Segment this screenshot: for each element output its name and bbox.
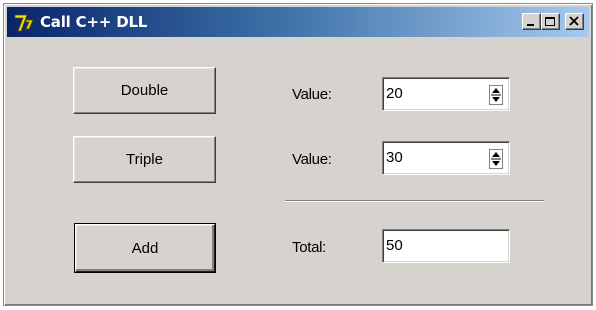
total-field[interactable]: [382, 229, 510, 263]
maximize-icon: [545, 17, 555, 26]
close-icon: [569, 16, 579, 26]
value2-spinbox[interactable]: [382, 141, 510, 175]
value1-input[interactable]: [386, 80, 481, 106]
title-bar[interactable]: Call C++ DLL: [7, 7, 589, 37]
maximize-button[interactable]: [541, 13, 560, 30]
add-button[interactable]: Add: [74, 223, 216, 273]
minimize-button[interactable]: [522, 13, 541, 30]
triple-button[interactable]: Triple: [73, 136, 216, 183]
value1-spinbox[interactable]: [382, 77, 510, 111]
value2-input[interactable]: [386, 144, 481, 170]
double-button[interactable]: Double: [73, 67, 216, 114]
spin-updown-icon: [489, 149, 503, 169]
close-button[interactable]: [565, 13, 584, 30]
app-window: Call C++ DLL Double Triple Add Value: 20…: [3, 3, 593, 306]
separator-line: [285, 200, 544, 202]
value2-label: Value:: [292, 151, 332, 168]
value1-spin-buttons[interactable]: [489, 85, 503, 105]
window-title: Call C++ DLL: [40, 13, 148, 31]
total-input[interactable]: [386, 232, 481, 258]
app-icon: [13, 12, 35, 34]
total-label: Total:: [292, 239, 327, 256]
value2-spin-buttons[interactable]: [489, 149, 503, 169]
value1-label: Value:: [292, 86, 332, 103]
spin-updown-icon: [489, 85, 503, 105]
minimize-icon: [527, 24, 534, 26]
